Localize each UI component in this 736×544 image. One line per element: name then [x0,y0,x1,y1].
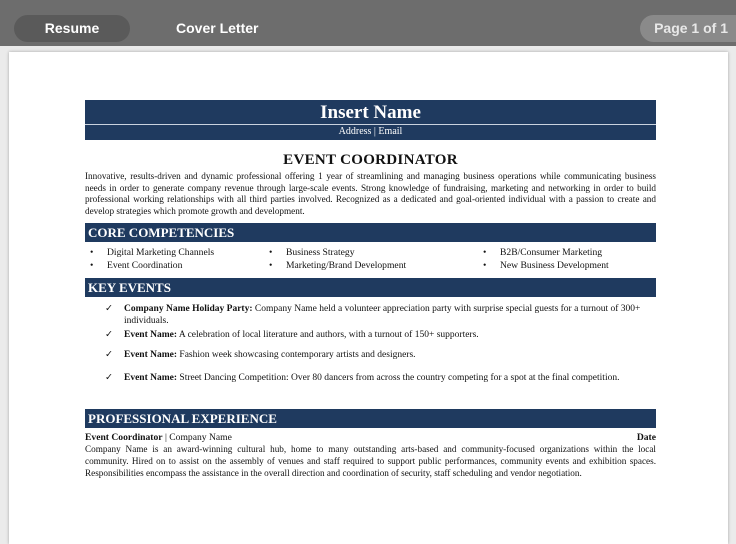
job-header: Event Coordinator | Company Name Date [85,432,656,444]
event-name: Company Name Holiday Party: [124,304,253,315]
name-header: Insert Name Address | Email [85,100,656,140]
event-item: ✓ Event Name: A celebration of local lit… [105,329,652,341]
document-toolbar: Resume Cover Letter Page 1 of 1 [0,0,736,46]
job-company: | Company Name [162,432,232,444]
checkmark-icon: ✓ [105,373,113,384]
competency-column: B2B/Consumer Marketing New Business Deve… [500,246,609,272]
event-description: Fashion week showcasing contemporary art… [177,350,416,361]
header-divider [85,124,656,125]
job-description: Company Name is an award-winning cultura… [85,444,656,478]
checkmark-icon: ✓ [105,304,113,315]
event-name: Event Name: [124,330,178,341]
job-date: Date [636,432,656,444]
competency-column: Business Strategy Marketing/Brand Develo… [286,246,406,272]
event-name: Event Name: [124,350,178,361]
job-title: EVENT COORDINATOR [283,152,458,168]
checkmark-icon: ✓ [105,350,113,361]
checkmark-icon: ✓ [105,330,113,341]
event-description: Street Dancing Competition: Over 80 danc… [177,373,620,384]
competency-item: New Business Development [500,259,609,272]
job-role: Event Coordinator [85,432,163,444]
event-item: ✓ Company Name Holiday Party: Company Na… [105,303,652,327]
candidate-name: Insert Name [320,102,421,123]
competency-item: Business Strategy [286,246,406,259]
tab-resume[interactable]: Resume [14,15,130,42]
competency-item: Event Coordination [107,259,214,272]
competency-item: B2B/Consumer Marketing [500,246,609,259]
competency-item: Digital Marketing Channels [107,246,214,259]
event-name: Event Name: [124,373,178,384]
key-events-list: ✓ Company Name Holiday Party: Company Na… [85,297,656,403]
competency-column: Digital Marketing Channels Event Coordin… [107,246,214,272]
event-item: ✓ Event Name: Fashion week showcasing co… [105,349,652,361]
competency-item: Marketing/Brand Development [286,259,406,272]
summary-paragraph: Innovative, results-driven and dynamic p… [85,171,656,216]
address-email: Address | Email [338,126,403,137]
key-events-heading: KEY EVENTS [85,278,656,298]
professional-experience-heading: PROFESSIONAL EXPERIENCE [85,409,656,429]
page-indicator: Page 1 of 1 [640,15,736,42]
core-competencies-heading: CORE COMPETENCIES [85,223,656,243]
event-item: ✓ Event Name: Street Dancing Competition… [105,372,652,384]
resume-document: Insert Name Address | Email EVENT COORDI… [85,100,656,479]
document-page: Insert Name Address | Email EVENT COORDI… [9,52,728,544]
competencies-list: Digital Marketing Channels Event Coordin… [85,242,656,272]
event-description: A celebration of local literature and au… [177,330,479,341]
tab-cover-letter[interactable]: Cover Letter [176,15,258,42]
